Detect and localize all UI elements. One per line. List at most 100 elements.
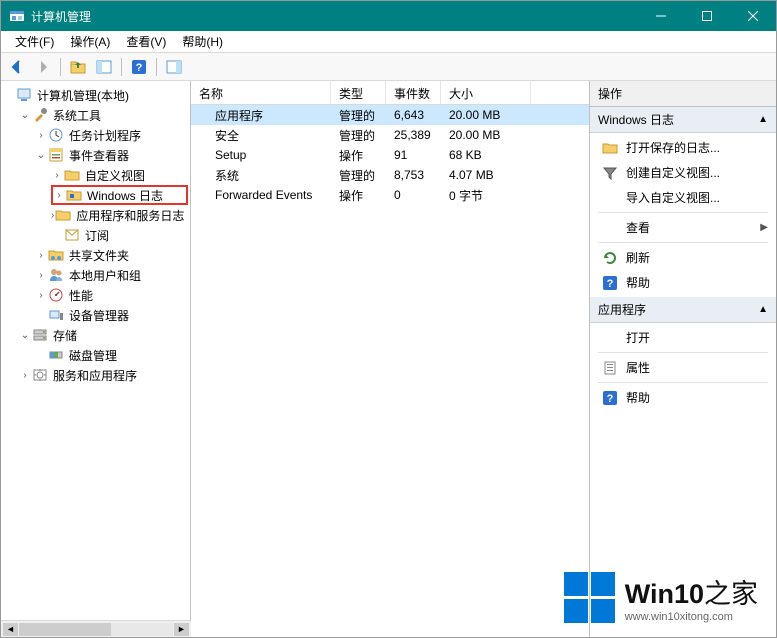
action-section-windows-logs[interactable]: Windows 日志 ▲ (590, 107, 776, 133)
cell-size: 4.07 MB (441, 166, 531, 184)
action-label: 帮助 (626, 389, 650, 406)
refresh-icon (602, 250, 618, 266)
action-import-custom-view[interactable]: 导入自定义视图... (590, 185, 776, 210)
tree-app-service-logs[interactable]: › 应用程序和服务日志 (51, 205, 188, 225)
action-label: 打开 (626, 329, 650, 346)
tree-windows-logs[interactable]: › Windows 日志 (51, 185, 188, 205)
collapse-icon[interactable]: ▲ (758, 114, 768, 125)
cell-type: 管理的 (331, 105, 386, 126)
minimize-button[interactable] (638, 1, 684, 31)
svg-text:?: ? (607, 393, 614, 405)
tree-root[interactable]: 计算机管理(本地) (3, 85, 188, 105)
action-section-application[interactable]: 应用程序 ▲ (590, 297, 776, 323)
properties-icon (602, 360, 618, 376)
action-view[interactable]: 查看 ▶ (590, 215, 776, 240)
maximize-button[interactable] (684, 1, 730, 31)
show-hide-tree-button[interactable] (92, 56, 116, 78)
collapse-icon[interactable]: ⌄ (19, 110, 31, 121)
expand-icon[interactable]: › (51, 170, 63, 181)
action-help2[interactable]: ? 帮助 (590, 385, 776, 410)
tree-label: 服务和应用程序 (51, 366, 139, 385)
help-button[interactable]: ? (127, 56, 151, 78)
up-button[interactable] (66, 56, 90, 78)
menu-view[interactable]: 查看(V) (118, 31, 174, 52)
toolbar: ? (1, 53, 776, 81)
tree-pane[interactable]: 计算机管理(本地) ⌄ 系统工具 › 任务计划程序 (1, 81, 191, 637)
action-label: 导入自定义视图... (626, 189, 720, 206)
list-body[interactable]: 应用程序管理的6,64320.00 MB安全管理的25,38920.00 MBS… (191, 105, 589, 637)
folder-icon (64, 167, 80, 183)
collapse-icon[interactable]: ⌄ (19, 330, 31, 341)
expand-icon[interactable]: › (35, 250, 47, 261)
toolbar-separator (121, 58, 122, 76)
expand-icon[interactable]: › (51, 210, 54, 221)
menu-file[interactable]: 文件(F) (7, 31, 62, 52)
cell-size: 20.00 MB (441, 126, 531, 144)
tree-device-manager[interactable]: 设备管理器 (35, 305, 188, 325)
minimize-icon (656, 11, 666, 21)
tree-hscrollbar[interactable]: ◄ ► (1, 620, 191, 637)
blank-icon (602, 330, 618, 346)
blank-icon (602, 220, 618, 236)
column-count[interactable]: 事件数 (386, 81, 441, 104)
menu-action[interactable]: 操作(A) (62, 31, 118, 52)
help-icon: ? (602, 275, 618, 291)
svg-text:?: ? (136, 62, 143, 74)
cell-type: 管理的 (331, 125, 386, 146)
tree-subscriptions[interactable]: 订阅 (51, 225, 188, 245)
scroll-right-icon[interactable]: ► (174, 623, 189, 636)
expand-icon[interactable]: › (35, 270, 47, 281)
collapse-icon[interactable]: ⌄ (35, 150, 47, 161)
tree-label: 事件查看器 (67, 146, 131, 165)
toolbar-separator (60, 58, 61, 76)
tree-label: 自定义视图 (83, 166, 147, 185)
forward-icon (35, 59, 51, 75)
collapse-icon[interactable]: ▲ (758, 304, 768, 315)
tree-storage[interactable]: ⌄ 存储 (19, 325, 188, 345)
column-size[interactable]: 大小 (441, 81, 531, 104)
tree-shared-folders[interactable]: › 共享文件夹 (35, 245, 188, 265)
back-button[interactable] (5, 56, 29, 78)
content-area: 计算机管理(本地) ⌄ 系统工具 › 任务计划程序 (1, 81, 776, 637)
tree-disk-management[interactable]: 磁盘管理 (35, 345, 188, 365)
scroll-thumb[interactable] (19, 623, 111, 636)
watermark-url: www.win10xitong.com (625, 611, 758, 623)
menu-help[interactable]: 帮助(H) (174, 31, 231, 52)
action-create-custom-view[interactable]: 创建自定义视图... (590, 160, 776, 185)
storage-icon (32, 327, 48, 343)
tree-task-scheduler[interactable]: › 任务计划程序 (35, 125, 188, 145)
tree-system-tools[interactable]: ⌄ 系统工具 (19, 105, 188, 125)
expand-icon[interactable]: › (35, 130, 47, 141)
list-row[interactable]: 系统管理的8,7534.07 MB (191, 165, 589, 185)
performance-icon (48, 287, 64, 303)
list-row[interactable]: Forwarded Events操作00 字节 (191, 185, 589, 205)
expand-icon[interactable]: › (19, 370, 31, 381)
column-name[interactable]: 名称 (191, 81, 331, 104)
tree-event-viewer[interactable]: ⌄ 事件查看器 (35, 145, 188, 165)
list-row[interactable]: Setup操作9168 KB (191, 145, 589, 165)
close-button[interactable] (730, 1, 776, 31)
forward-button[interactable] (31, 56, 55, 78)
column-type[interactable]: 类型 (331, 81, 386, 104)
action-open-saved-log[interactable]: 打开保存的日志... (590, 135, 776, 160)
show-hide-action-button[interactable] (162, 56, 186, 78)
cell-count: 8,753 (386, 166, 441, 184)
list-row[interactable]: 安全管理的25,38920.00 MB (191, 125, 589, 145)
expand-icon[interactable]: › (35, 290, 47, 301)
action-properties[interactable]: 属性 (590, 355, 776, 380)
scroll-left-icon[interactable]: ◄ (3, 623, 18, 636)
scroll-track[interactable] (19, 623, 173, 636)
action-refresh[interactable]: 刷新 (590, 245, 776, 270)
watermark: Win10之家 www.win10xitong.com (564, 572, 758, 623)
device-icon (48, 307, 64, 323)
cell-size: 0 字节 (441, 185, 531, 206)
tree-performance[interactable]: › 性能 (35, 285, 188, 305)
tree-services-apps[interactable]: › 服务和应用程序 (19, 365, 188, 385)
action-help[interactable]: ? 帮助 (590, 270, 776, 295)
tree-local-users[interactable]: › 本地用户和组 (35, 265, 188, 285)
tree-custom-views[interactable]: › 自定义视图 (51, 165, 188, 185)
action-open[interactable]: 打开 (590, 325, 776, 350)
list-row[interactable]: 应用程序管理的6,64320.00 MB (191, 105, 589, 125)
action-section-label: 应用程序 (598, 301, 646, 318)
expand-icon[interactable]: › (53, 190, 65, 201)
